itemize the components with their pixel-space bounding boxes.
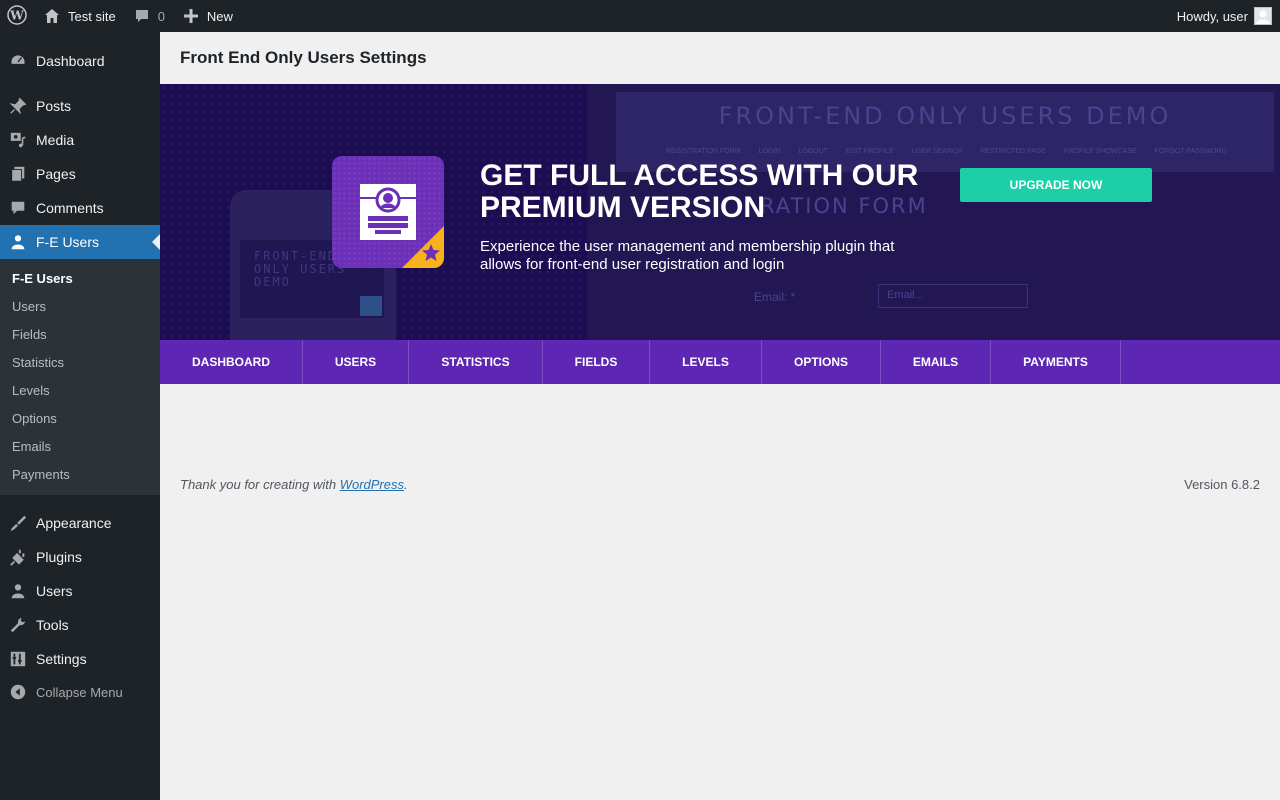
menu-label: Users	[36, 583, 73, 599]
demo-title: FRONT-END ONLY USERS DEMO	[718, 102, 1172, 130]
tab-levels[interactable]: LEVELS	[650, 340, 762, 384]
site-name-link[interactable]: Test site	[34, 0, 124, 32]
menu-label: Appearance	[36, 515, 112, 531]
menu-label: Comments	[36, 200, 104, 216]
demo-nav-item: LOGIN	[758, 148, 781, 155]
phone-menu-icon	[360, 296, 382, 316]
menu-item-tools[interactable]: Tools	[0, 608, 160, 642]
menu-label: Posts	[36, 98, 72, 114]
menu-label: Plugins	[36, 549, 82, 565]
menu-label: F-E Users	[36, 234, 99, 250]
home-icon	[42, 6, 62, 26]
menu-label: Media	[36, 132, 75, 148]
menu-item-dashboard[interactable]: Dashboard	[0, 44, 160, 78]
wordpress-link[interactable]: WordPress	[340, 477, 404, 492]
submenu-item-fe-users[interactable]: F-E Users	[12, 271, 73, 286]
settings-icon	[0, 642, 36, 676]
new-content-link[interactable]: New	[173, 0, 241, 32]
demo-email-input: Email...	[878, 284, 1028, 308]
demo-nav-item: REGISTRATION FORM	[666, 148, 741, 155]
upgrade-now-button[interactable]: UPGRADE NOW	[960, 168, 1152, 202]
media-icon	[0, 123, 36, 157]
pin-icon	[0, 89, 36, 123]
submenu-item-emails[interactable]: Emails	[12, 439, 51, 454]
demo-nav: REGISTRATION FORM LOGIN LOGOUT EDIT PROF…	[666, 148, 1227, 155]
footer-thanks-suffix: .	[404, 477, 408, 492]
submenu-item-statistics[interactable]: Statistics	[12, 355, 64, 370]
site-name: Test site	[68, 8, 116, 24]
banner-description: Experience the user management and membe…	[480, 238, 895, 273]
plug-icon	[0, 540, 36, 574]
submenu-item-fields[interactable]: Fields	[12, 327, 47, 342]
dashboard-icon	[0, 44, 36, 78]
pages-icon	[0, 157, 36, 191]
menu-item-settings[interactable]: Settings	[0, 642, 160, 676]
menu-label: Dashboard	[36, 53, 105, 69]
comment-icon	[0, 191, 36, 225]
admin-bar: W Test site 0 New Howdy, user	[0, 0, 1280, 32]
tab-emails[interactable]: EMAILS	[881, 340, 991, 384]
menu-item-pages[interactable]: Pages	[0, 157, 160, 191]
menu-label: Settings	[36, 651, 87, 667]
tab-options[interactable]: OPTIONS	[762, 340, 881, 384]
avatar	[1254, 7, 1272, 25]
admin-sidebar: Dashboard Posts Media Pages Comments F-E…	[0, 32, 160, 800]
menu-item-appearance[interactable]: Appearance	[0, 506, 160, 540]
demo-nav-item: EDIT PROFILE	[845, 148, 894, 155]
tab-users[interactable]: USERS	[303, 340, 409, 384]
tab-dashboard[interactable]: DASHBOARD	[160, 340, 303, 384]
menu-label: Tools	[36, 617, 69, 633]
comments-link[interactable]: 0	[124, 0, 173, 32]
tab-payments[interactable]: PAYMENTS	[991, 340, 1121, 384]
collapse-icon	[0, 675, 36, 709]
page-title: Front End Only Users Settings	[180, 48, 427, 67]
demo-email-label: Email: *	[754, 290, 796, 304]
collapse-label: Collapse Menu	[36, 684, 123, 700]
brush-icon	[0, 506, 36, 540]
demo-nav-item: FORGOT PASSWORD	[1154, 148, 1227, 155]
howdy-text: Howdy, user	[1176, 8, 1248, 24]
menu-label: Pages	[36, 166, 76, 182]
footer-version: Version 6.8.2	[1184, 477, 1260, 492]
comment-icon	[132, 6, 152, 26]
collapse-menu-button[interactable]: Collapse Menu	[0, 675, 160, 709]
svg-text:W: W	[9, 8, 24, 22]
plugin-tab-bar: DASHBOARD USERS STATISTICS FIELDS LEVELS…	[160, 340, 1280, 384]
tab-fields[interactable]: FIELDS	[543, 340, 650, 384]
submenu-item-options[interactable]: Options	[12, 411, 57, 426]
wordpress-logo-icon: W	[7, 4, 27, 28]
submenu-item-payments[interactable]: Payments	[12, 467, 70, 482]
footer-thanks-text: Thank you for creating with	[180, 477, 340, 492]
menu-item-users[interactable]: Users	[0, 574, 160, 608]
menu-item-posts[interactable]: Posts	[0, 89, 160, 123]
plugin-logo-icon	[332, 156, 444, 268]
new-label: New	[206, 8, 233, 24]
plus-icon	[181, 6, 201, 26]
demo-nav-item: PROFILE SHOWCASE	[1063, 148, 1137, 155]
submenu-item-levels[interactable]: Levels	[12, 383, 50, 398]
demo-nav-item: USER SEARCH	[911, 148, 963, 155]
demo-nav-item: RESTRICTED PAGE	[980, 148, 1046, 155]
menu-item-media[interactable]: Media	[0, 123, 160, 157]
footer-thanks: Thank you for creating with WordPress.	[180, 477, 408, 492]
fe-users-submenu: F-E Users Users Fields Statistics Levels…	[0, 259, 160, 495]
my-account-link[interactable]: Howdy, user	[1169, 0, 1280, 32]
user-icon	[0, 225, 36, 259]
tab-statistics[interactable]: STATISTICS	[409, 340, 543, 384]
menu-item-fe-users[interactable]: F-E Users	[0, 225, 160, 259]
user-icon	[0, 574, 36, 608]
banner-heading: GET FULL ACCESS WITH OUR PREMIUM VERSION	[480, 159, 919, 224]
submenu-item-users[interactable]: Users	[12, 299, 46, 314]
wrench-icon	[0, 608, 36, 642]
comments-count: 0	[157, 8, 165, 24]
menu-item-plugins[interactable]: Plugins	[0, 540, 160, 574]
demo-nav-item: LOGOUT	[798, 148, 828, 155]
menu-item-comments[interactable]: Comments	[0, 191, 160, 225]
premium-banner: FRONT-END ONLY USERS DEMO REGISTRATION F…	[160, 84, 1280, 340]
wordpress-logo-button[interactable]: W	[0, 0, 34, 32]
